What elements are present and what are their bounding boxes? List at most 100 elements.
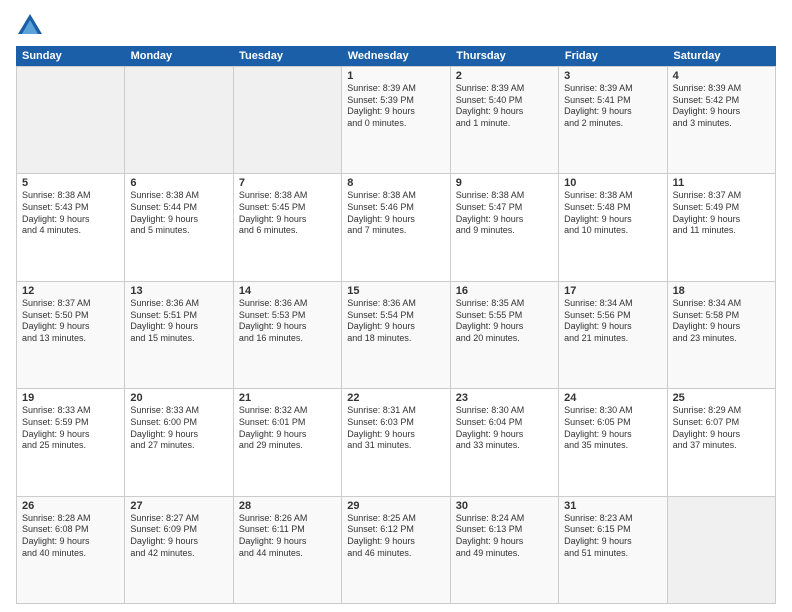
day-cell-30: 30Sunrise: 8:24 AM Sunset: 6:13 PM Dayli… <box>451 497 559 603</box>
day-cell-4: 4Sunrise: 8:39 AM Sunset: 5:42 PM Daylig… <box>668 67 776 173</box>
day-cell-6: 6Sunrise: 8:38 AM Sunset: 5:44 PM Daylig… <box>125 174 233 280</box>
weekday-header-sunday: Sunday <box>16 46 125 66</box>
day-number-27: 27 <box>130 500 227 512</box>
day-info-26: Sunrise: 8:28 AM Sunset: 6:08 PM Dayligh… <box>22 513 119 560</box>
day-cell-11: 11Sunrise: 8:37 AM Sunset: 5:49 PM Dayli… <box>668 174 776 280</box>
day-number-24: 24 <box>564 392 661 404</box>
day-number-10: 10 <box>564 177 661 189</box>
day-cell-23: 23Sunrise: 8:30 AM Sunset: 6:04 PM Dayli… <box>451 389 559 495</box>
day-info-4: Sunrise: 8:39 AM Sunset: 5:42 PM Dayligh… <box>673 83 770 130</box>
day-info-11: Sunrise: 8:37 AM Sunset: 5:49 PM Dayligh… <box>673 190 770 237</box>
day-cell-27: 27Sunrise: 8:27 AM Sunset: 6:09 PM Dayli… <box>125 497 233 603</box>
day-info-2: Sunrise: 8:39 AM Sunset: 5:40 PM Dayligh… <box>456 83 553 130</box>
day-number-17: 17 <box>564 285 661 297</box>
calendar-row-1: 5Sunrise: 8:38 AM Sunset: 5:43 PM Daylig… <box>17 174 776 281</box>
day-info-23: Sunrise: 8:30 AM Sunset: 6:04 PM Dayligh… <box>456 405 553 452</box>
empty-cell-r0c2 <box>234 67 342 173</box>
day-cell-16: 16Sunrise: 8:35 AM Sunset: 5:55 PM Dayli… <box>451 282 559 388</box>
logo <box>16 12 48 40</box>
day-info-20: Sunrise: 8:33 AM Sunset: 6:00 PM Dayligh… <box>130 405 227 452</box>
weekday-header-thursday: Thursday <box>450 46 559 66</box>
top-section <box>16 12 776 40</box>
day-cell-24: 24Sunrise: 8:30 AM Sunset: 6:05 PM Dayli… <box>559 389 667 495</box>
day-cell-18: 18Sunrise: 8:34 AM Sunset: 5:58 PM Dayli… <box>668 282 776 388</box>
day-info-28: Sunrise: 8:26 AM Sunset: 6:11 PM Dayligh… <box>239 513 336 560</box>
day-info-17: Sunrise: 8:34 AM Sunset: 5:56 PM Dayligh… <box>564 298 661 345</box>
day-info-29: Sunrise: 8:25 AM Sunset: 6:12 PM Dayligh… <box>347 513 444 560</box>
day-number-18: 18 <box>673 285 770 297</box>
empty-cell-r0c0 <box>17 67 125 173</box>
day-number-1: 1 <box>347 70 444 82</box>
day-number-19: 19 <box>22 392 119 404</box>
day-cell-1: 1Sunrise: 8:39 AM Sunset: 5:39 PM Daylig… <box>342 67 450 173</box>
day-cell-14: 14Sunrise: 8:36 AM Sunset: 5:53 PM Dayli… <box>234 282 342 388</box>
day-info-21: Sunrise: 8:32 AM Sunset: 6:01 PM Dayligh… <box>239 405 336 452</box>
day-info-3: Sunrise: 8:39 AM Sunset: 5:41 PM Dayligh… <box>564 83 661 130</box>
empty-cell-r4c6 <box>668 497 776 603</box>
day-cell-7: 7Sunrise: 8:38 AM Sunset: 5:45 PM Daylig… <box>234 174 342 280</box>
day-cell-21: 21Sunrise: 8:32 AM Sunset: 6:01 PM Dayli… <box>234 389 342 495</box>
day-number-12: 12 <box>22 285 119 297</box>
day-info-15: Sunrise: 8:36 AM Sunset: 5:54 PM Dayligh… <box>347 298 444 345</box>
day-cell-28: 28Sunrise: 8:26 AM Sunset: 6:11 PM Dayli… <box>234 497 342 603</box>
day-info-7: Sunrise: 8:38 AM Sunset: 5:45 PM Dayligh… <box>239 190 336 237</box>
weekday-header-monday: Monday <box>125 46 234 66</box>
day-number-30: 30 <box>456 500 553 512</box>
day-cell-22: 22Sunrise: 8:31 AM Sunset: 6:03 PM Dayli… <box>342 389 450 495</box>
day-number-8: 8 <box>347 177 444 189</box>
day-number-6: 6 <box>130 177 227 189</box>
day-info-9: Sunrise: 8:38 AM Sunset: 5:47 PM Dayligh… <box>456 190 553 237</box>
calendar-row-4: 26Sunrise: 8:28 AM Sunset: 6:08 PM Dayli… <box>17 497 776 604</box>
day-info-31: Sunrise: 8:23 AM Sunset: 6:15 PM Dayligh… <box>564 513 661 560</box>
day-number-29: 29 <box>347 500 444 512</box>
day-number-16: 16 <box>456 285 553 297</box>
day-number-11: 11 <box>673 177 770 189</box>
day-number-14: 14 <box>239 285 336 297</box>
day-info-30: Sunrise: 8:24 AM Sunset: 6:13 PM Dayligh… <box>456 513 553 560</box>
day-cell-9: 9Sunrise: 8:38 AM Sunset: 5:47 PM Daylig… <box>451 174 559 280</box>
calendar-body: 1Sunrise: 8:39 AM Sunset: 5:39 PM Daylig… <box>16 66 776 604</box>
day-info-12: Sunrise: 8:37 AM Sunset: 5:50 PM Dayligh… <box>22 298 119 345</box>
calendar-header: SundayMondayTuesdayWednesdayThursdayFrid… <box>16 46 776 66</box>
day-number-31: 31 <box>564 500 661 512</box>
empty-cell-r0c1 <box>125 67 233 173</box>
day-info-25: Sunrise: 8:29 AM Sunset: 6:07 PM Dayligh… <box>673 405 770 452</box>
day-cell-13: 13Sunrise: 8:36 AM Sunset: 5:51 PM Dayli… <box>125 282 233 388</box>
day-number-21: 21 <box>239 392 336 404</box>
day-number-22: 22 <box>347 392 444 404</box>
day-cell-20: 20Sunrise: 8:33 AM Sunset: 6:00 PM Dayli… <box>125 389 233 495</box>
weekday-header-friday: Friday <box>559 46 668 66</box>
day-cell-19: 19Sunrise: 8:33 AM Sunset: 5:59 PM Dayli… <box>17 389 125 495</box>
day-info-16: Sunrise: 8:35 AM Sunset: 5:55 PM Dayligh… <box>456 298 553 345</box>
day-info-14: Sunrise: 8:36 AM Sunset: 5:53 PM Dayligh… <box>239 298 336 345</box>
day-number-20: 20 <box>130 392 227 404</box>
day-cell-31: 31Sunrise: 8:23 AM Sunset: 6:15 PM Dayli… <box>559 497 667 603</box>
logo-icon <box>16 12 44 40</box>
calendar-row-3: 19Sunrise: 8:33 AM Sunset: 5:59 PM Dayli… <box>17 389 776 496</box>
day-number-15: 15 <box>347 285 444 297</box>
day-number-28: 28 <box>239 500 336 512</box>
day-cell-15: 15Sunrise: 8:36 AM Sunset: 5:54 PM Dayli… <box>342 282 450 388</box>
day-number-2: 2 <box>456 70 553 82</box>
day-cell-2: 2Sunrise: 8:39 AM Sunset: 5:40 PM Daylig… <box>451 67 559 173</box>
calendar-row-0: 1Sunrise: 8:39 AM Sunset: 5:39 PM Daylig… <box>17 67 776 174</box>
day-info-22: Sunrise: 8:31 AM Sunset: 6:03 PM Dayligh… <box>347 405 444 452</box>
day-info-6: Sunrise: 8:38 AM Sunset: 5:44 PM Dayligh… <box>130 190 227 237</box>
day-info-8: Sunrise: 8:38 AM Sunset: 5:46 PM Dayligh… <box>347 190 444 237</box>
day-number-5: 5 <box>22 177 119 189</box>
day-number-23: 23 <box>456 392 553 404</box>
day-cell-12: 12Sunrise: 8:37 AM Sunset: 5:50 PM Dayli… <box>17 282 125 388</box>
day-cell-8: 8Sunrise: 8:38 AM Sunset: 5:46 PM Daylig… <box>342 174 450 280</box>
day-cell-17: 17Sunrise: 8:34 AM Sunset: 5:56 PM Dayli… <box>559 282 667 388</box>
day-number-3: 3 <box>564 70 661 82</box>
day-info-19: Sunrise: 8:33 AM Sunset: 5:59 PM Dayligh… <box>22 405 119 452</box>
day-info-13: Sunrise: 8:36 AM Sunset: 5:51 PM Dayligh… <box>130 298 227 345</box>
day-number-4: 4 <box>673 70 770 82</box>
page: SundayMondayTuesdayWednesdayThursdayFrid… <box>0 0 792 612</box>
day-number-7: 7 <box>239 177 336 189</box>
day-info-10: Sunrise: 8:38 AM Sunset: 5:48 PM Dayligh… <box>564 190 661 237</box>
day-cell-10: 10Sunrise: 8:38 AM Sunset: 5:48 PM Dayli… <box>559 174 667 280</box>
day-number-13: 13 <box>130 285 227 297</box>
day-cell-3: 3Sunrise: 8:39 AM Sunset: 5:41 PM Daylig… <box>559 67 667 173</box>
weekday-header-saturday: Saturday <box>667 46 776 66</box>
